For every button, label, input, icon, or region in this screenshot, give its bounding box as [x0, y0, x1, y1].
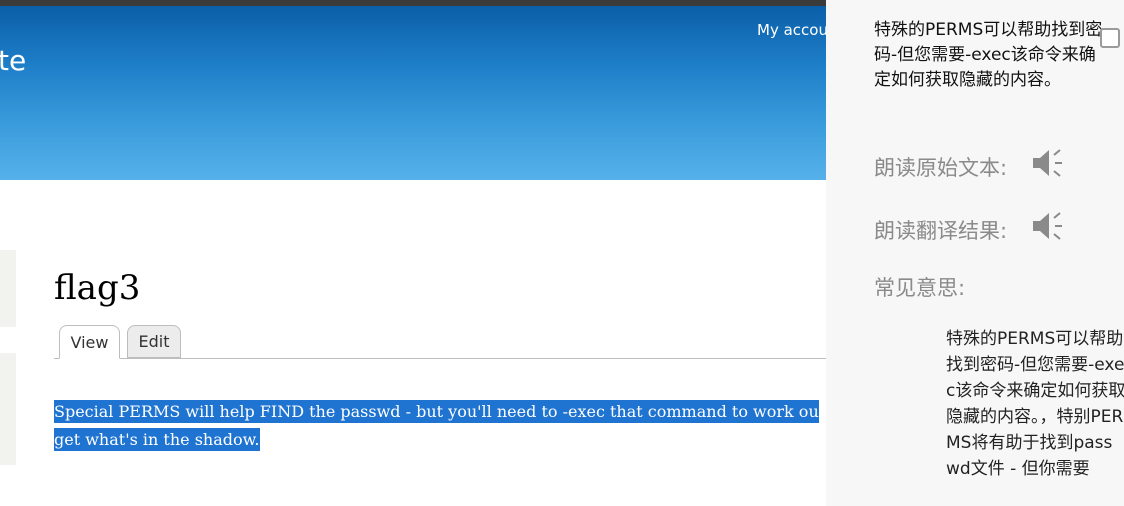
read-original-label: 朗读原始文本: [874, 156, 1008, 180]
translation-popup: 特殊的PERMS可以帮助找到密码-但您需要-exec该命令来确定如何获取隐藏的内… [826, 0, 1124, 506]
pin-checkbox[interactable] [1100, 28, 1120, 48]
site-name[interactable]: te [0, 44, 26, 77]
page: te My accou flag3 View Edit Special PERM… [0, 0, 1124, 506]
common-meaning-label: 常见意思: [874, 276, 966, 300]
translation-result: 特殊的PERMS可以帮助找到密码-但您需要-exec该命令来确定如何获取隐藏的内… [874, 20, 1103, 90]
site-header: te My accou [0, 6, 826, 180]
common-meaning-text: 特殊的PERMS可以帮助找到密码-但您需要-exec该命令来确定如何获取隐藏的内… [946, 329, 1124, 479]
tab-edit[interactable]: Edit [127, 325, 181, 358]
selected-text-line: get what's in the shadow. [54, 428, 260, 451]
page-title: flag3 [54, 268, 141, 308]
sidebar-block [0, 353, 16, 465]
tab-view[interactable]: View [59, 325, 120, 359]
node-body: Special PERMS will help FIND the passwd … [54, 398, 954, 454]
my-account-link[interactable]: My accou [757, 21, 826, 39]
tabs-divider [54, 358, 826, 359]
selected-text-line: Special PERMS will help FIND the passwd … [54, 400, 819, 423]
speaker-icon[interactable] [1031, 146, 1065, 180]
sidebar-block [0, 250, 16, 327]
read-translation-label: 朗读翻译结果: [874, 219, 1008, 243]
speaker-icon[interactable] [1031, 209, 1065, 243]
